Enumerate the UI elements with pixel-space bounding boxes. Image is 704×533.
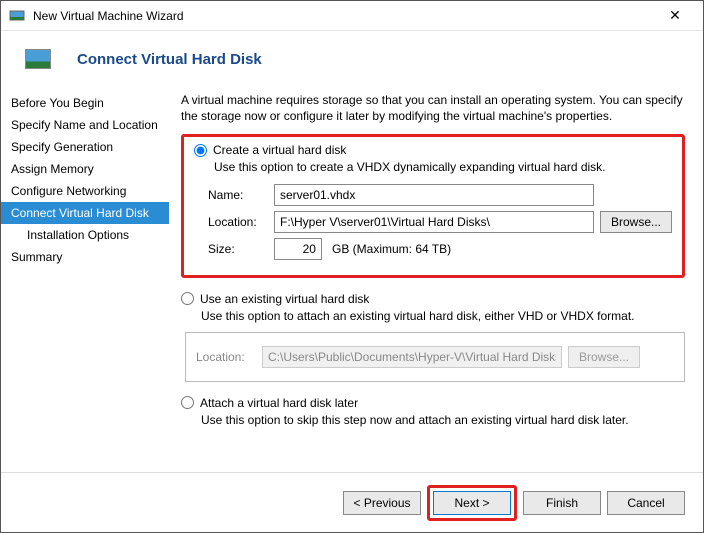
- sidebar-item-install[interactable]: Installation Options: [1, 224, 169, 246]
- existing-browse-button: Browse...: [568, 346, 640, 368]
- sidebar-item-name[interactable]: Specify Name and Location: [1, 114, 169, 136]
- size-unit: GB (Maximum: 64 TB): [332, 242, 451, 256]
- finish-button[interactable]: Finish: [523, 491, 601, 515]
- radio-later-input[interactable]: [181, 396, 194, 409]
- window-title: New Virtual Machine Wizard: [33, 9, 655, 23]
- create-disk-section: Create a virtual hard disk Use this opti…: [181, 134, 685, 277]
- location-input[interactable]: [274, 211, 594, 233]
- body: Before You Begin Specify Name and Locati…: [1, 87, 703, 453]
- radio-existing[interactable]: Use an existing virtual hard disk: [181, 292, 685, 306]
- close-button[interactable]: ✕: [655, 2, 695, 30]
- size-label: Size:: [208, 242, 268, 256]
- radio-later-label: Attach a virtual hard disk later: [200, 396, 358, 410]
- header: Connect Virtual Hard Disk: [1, 31, 703, 87]
- browse-button[interactable]: Browse...: [600, 211, 672, 233]
- sidebar-item-generation[interactable]: Specify Generation: [1, 136, 169, 158]
- wizard-window: New Virtual Machine Wizard ✕ Connect Vir…: [0, 0, 704, 533]
- use-existing-section: Use an existing virtual hard disk Use th…: [181, 292, 685, 382]
- previous-button[interactable]: < Previous: [343, 491, 421, 515]
- app-icon: [9, 8, 25, 24]
- page-title: Connect Virtual Hard Disk: [77, 51, 262, 68]
- location-label: Location:: [208, 215, 268, 229]
- size-input[interactable]: [274, 238, 322, 260]
- existing-box: Location: Browse...: [185, 332, 685, 382]
- existing-location-input: [262, 346, 562, 368]
- footer: < Previous Next > Finish Cancel: [1, 472, 703, 532]
- content: A virtual machine requires storage so th…: [169, 87, 703, 453]
- radio-existing-label: Use an existing virtual hard disk: [200, 292, 369, 306]
- cancel-button[interactable]: Cancel: [607, 491, 685, 515]
- create-desc: Use this option to create a VHDX dynamic…: [214, 159, 672, 175]
- later-desc: Use this option to skip this step now an…: [201, 412, 685, 428]
- radio-create[interactable]: Create a virtual hard disk: [194, 143, 672, 157]
- intro-text: A virtual machine requires storage so th…: [181, 92, 685, 124]
- radio-later[interactable]: Attach a virtual hard disk later: [181, 396, 685, 410]
- name-label: Name:: [208, 188, 268, 202]
- radio-create-input[interactable]: [194, 144, 207, 157]
- existing-location-label: Location:: [196, 350, 256, 364]
- sidebar-item-summary[interactable]: Summary: [1, 246, 169, 268]
- radio-create-label: Create a virtual hard disk: [213, 143, 346, 157]
- sidebar-item-disk[interactable]: Connect Virtual Hard Disk: [1, 202, 169, 224]
- sidebar: Before You Begin Specify Name and Locati…: [1, 87, 169, 453]
- sidebar-item-memory[interactable]: Assign Memory: [1, 158, 169, 180]
- next-button[interactable]: Next >: [433, 491, 511, 515]
- existing-desc: Use this option to attach an existing vi…: [201, 308, 685, 324]
- name-input[interactable]: [274, 184, 594, 206]
- next-highlight: Next >: [427, 485, 517, 521]
- sidebar-item-networking[interactable]: Configure Networking: [1, 180, 169, 202]
- radio-existing-input[interactable]: [181, 292, 194, 305]
- wizard-icon: [25, 49, 51, 69]
- attach-later-section: Attach a virtual hard disk later Use thi…: [181, 396, 685, 428]
- sidebar-item-before[interactable]: Before You Begin: [1, 92, 169, 114]
- titlebar: New Virtual Machine Wizard ✕: [1, 1, 703, 31]
